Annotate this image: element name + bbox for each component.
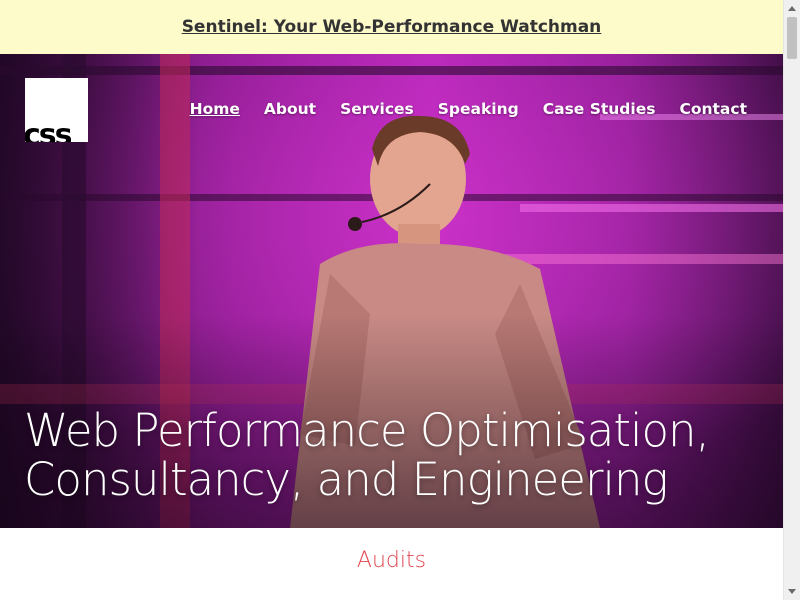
nav-item-case-studies[interactable]: Case Studies: [543, 100, 656, 118]
promo-banner: Sentinel: Your Web-Performance Watchman: [0, 0, 783, 54]
scroll-down-arrow-icon[interactable]: [788, 589, 796, 594]
nav-item-contact[interactable]: Contact: [679, 100, 747, 118]
section-heading-audits: Audits: [356, 548, 427, 573]
scroll-up-arrow-icon[interactable]: [788, 6, 796, 11]
promo-banner-link[interactable]: Sentinel: Your Web-Performance Watchman: [182, 17, 602, 37]
nav-item-services[interactable]: Services: [340, 100, 414, 118]
scrollbar-thumb[interactable]: [787, 17, 797, 59]
hero-section: css Home About Services Speaking Case St…: [0, 54, 783, 528]
hero-title: Web Performance Optimisation, Consultanc…: [24, 406, 764, 504]
nav-item-home[interactable]: Home: [190, 100, 240, 118]
nav-item-about[interactable]: About: [264, 100, 316, 118]
page-scrollbar[interactable]: [783, 0, 800, 600]
nav-item-speaking[interactable]: Speaking: [438, 100, 519, 118]
main-nav: Home About Services Speaking Case Studie…: [190, 100, 747, 118]
hero-title-line-1: Web Performance Optimisation,: [24, 404, 710, 457]
site-logo[interactable]: css: [25, 78, 88, 142]
logo-text: css: [25, 118, 72, 143]
hero-title-line-2: Consultancy, and Engineering: [24, 453, 669, 506]
